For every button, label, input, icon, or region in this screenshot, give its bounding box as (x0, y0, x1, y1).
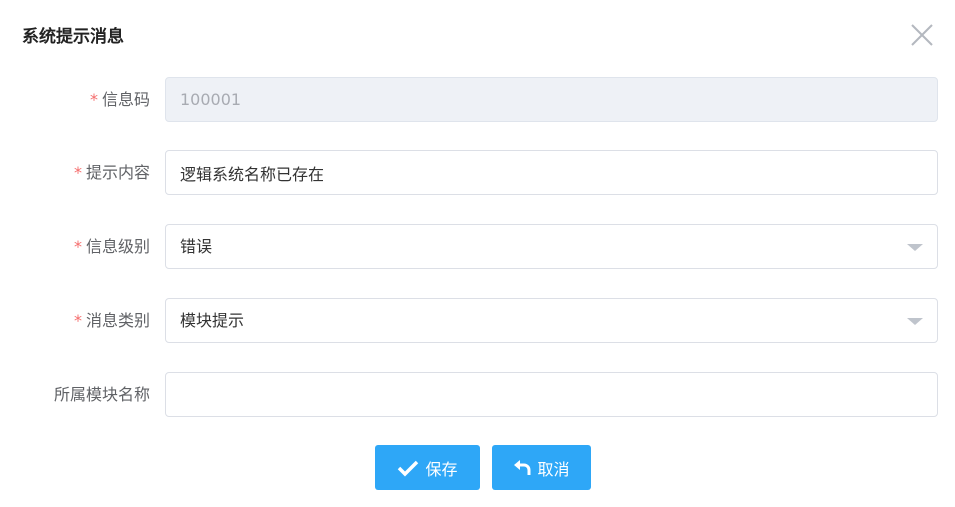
prompt-content-field[interactable] (165, 150, 938, 195)
save-button-label: 保存 (425, 459, 458, 479)
form-row-info-level: * 信息级别 错误 (0, 224, 955, 269)
info-level-select[interactable]: 错误 (165, 224, 938, 269)
caret-down-icon[interactable] (907, 318, 923, 325)
required-mark: * (89, 90, 98, 109)
info-code-label: * 信息码 (89, 90, 150, 109)
module-name-input[interactable] (166, 373, 900, 416)
prompt-content-label: * 提示内容 (73, 163, 150, 182)
check-icon (398, 460, 419, 476)
form-row-module-name: 所属模块名称 (0, 372, 955, 417)
info-level-label: * 信息级别 (73, 237, 150, 256)
caret-down-icon[interactable] (907, 244, 923, 251)
message-type-label: * 消息类别 (73, 311, 150, 330)
cancel-button-label: 取消 (537, 459, 570, 479)
prompt-content-input[interactable] (166, 151, 900, 194)
module-name-field[interactable] (165, 372, 938, 417)
required-mark: * (73, 237, 82, 256)
required-mark: * (73, 311, 82, 330)
save-button[interactable]: 保存 (375, 445, 480, 490)
close-icon[interactable] (909, 22, 935, 48)
module-name-label: 所属模块名称 (53, 385, 150, 404)
info-code-field (165, 77, 938, 122)
info-code-input (166, 78, 900, 121)
required-mark: * (73, 163, 82, 182)
undo-icon (514, 459, 531, 475)
form-row-info-code: * 信息码 (0, 77, 955, 122)
cancel-button[interactable]: 取消 (492, 445, 591, 490)
form-row-message-type: * 消息类别 模块提示 (0, 298, 955, 343)
message-type-value: 模块提示 (180, 311, 245, 330)
dialog-title: 系统提示消息 (22, 27, 124, 47)
message-type-select[interactable]: 模块提示 (165, 298, 938, 343)
info-level-value: 错误 (180, 237, 213, 256)
form-row-prompt-content: * 提示内容 (0, 150, 955, 195)
